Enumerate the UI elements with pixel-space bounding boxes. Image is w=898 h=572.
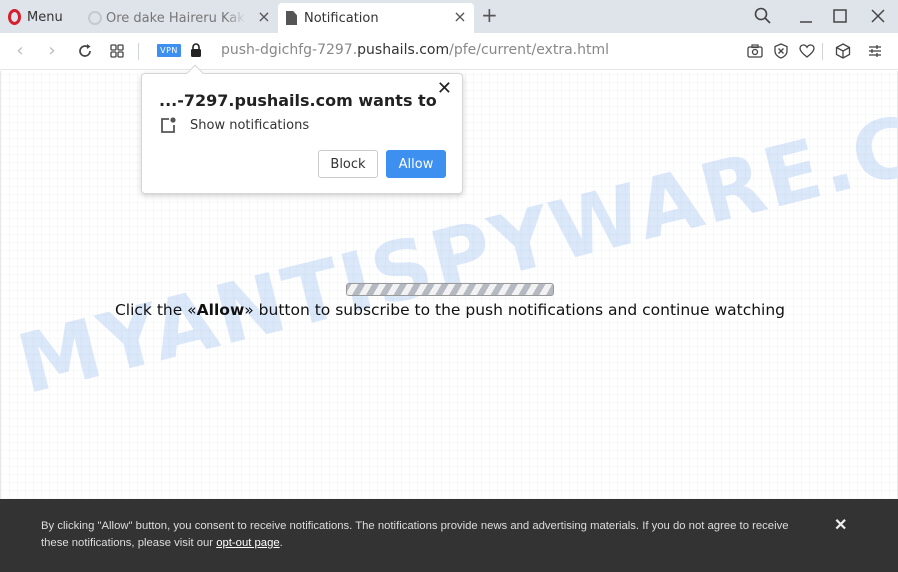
extensions-cube-icon[interactable] xyxy=(834,42,852,60)
consent-banner: By clicking "Allow" button, you consent … xyxy=(0,499,898,572)
message-text: » button to subscribe to the push notifi… xyxy=(244,301,786,319)
url-path: /pfe/current/extra.html xyxy=(449,42,610,58)
tab-close-icon[interactable]: × xyxy=(256,9,272,25)
browser-window: Menu Ore dake Haireru Kakushi Dungeon × … xyxy=(0,0,898,572)
permission-row: Show notifications xyxy=(160,117,309,133)
notification-icon xyxy=(161,117,176,133)
vpn-badge[interactable]: VPN xyxy=(157,44,181,57)
permission-label: Show notifications xyxy=(190,117,310,133)
tab-close-icon[interactable]: × xyxy=(452,9,468,25)
loading-spinner-icon xyxy=(88,11,102,25)
close-window-icon[interactable] xyxy=(868,6,888,26)
forward-arrow-icon[interactable]: › xyxy=(42,42,62,62)
url-host: pushails.com xyxy=(357,42,450,58)
new-tab-button[interactable]: + xyxy=(481,5,498,25)
message-text: Click the « xyxy=(114,301,197,319)
ad-blocker-shield-icon[interactable] xyxy=(772,42,790,60)
notification-permission-popup: ...-7297.pushails.com wants to ✕ Show no… xyxy=(141,64,463,194)
subscribe-instruction: Click the «Allow» button to subscribe to… xyxy=(1,301,897,319)
consent-suffix: . xyxy=(279,537,283,549)
reload-icon[interactable] xyxy=(75,41,95,61)
maximize-icon[interactable] xyxy=(830,6,850,26)
camera-snapshot-icon[interactable] xyxy=(746,42,764,60)
easy-setup-sliders-icon[interactable] xyxy=(866,42,884,60)
divider xyxy=(138,43,139,60)
divider xyxy=(822,43,823,60)
url-field[interactable]: push-dgichfg-7297.pushails.com/pfe/curre… xyxy=(221,42,609,58)
opera-menu-button[interactable]: Menu xyxy=(8,4,63,30)
tab-title: Notification xyxy=(304,10,379,26)
consent-message: By clicking "Allow" button, you consent … xyxy=(41,520,789,549)
message-allow-word: Allow xyxy=(196,301,245,319)
tab-ore-dake[interactable]: Ore dake Haireru Kakushi Dungeon × xyxy=(80,3,278,33)
url-prefix: push-dgichfg-7297. xyxy=(221,42,358,58)
popup-close-icon[interactable]: ✕ xyxy=(437,80,452,98)
block-button[interactable]: Block xyxy=(318,150,378,178)
consent-text: By clicking "Allow" button, you consent … xyxy=(41,518,811,552)
back-arrow-icon[interactable]: ‹ xyxy=(10,42,30,62)
minimize-icon[interactable] xyxy=(796,6,816,26)
opera-logo-icon xyxy=(8,9,21,25)
opt-out-link[interactable]: opt-out page xyxy=(216,537,279,549)
address-bar: ‹ › VPN push-dgichfg-7297.pushails.com/p… xyxy=(0,33,898,70)
popup-title: ...-7297.pushails.com wants to xyxy=(159,91,437,110)
tab-title: Ore dake Haireru Kakushi Dungeon xyxy=(106,10,246,26)
document-icon xyxy=(286,11,297,25)
allow-button[interactable]: Allow xyxy=(386,150,446,178)
speed-dial-icon[interactable] xyxy=(107,41,127,61)
tab-notification[interactable]: Notification × xyxy=(278,3,474,33)
search-tabs-icon[interactable] xyxy=(753,6,773,26)
menu-label: Menu xyxy=(27,9,63,25)
lock-icon[interactable] xyxy=(190,43,202,57)
heart-bookmark-icon[interactable] xyxy=(798,42,816,60)
consent-close-icon[interactable]: ✕ xyxy=(834,515,847,535)
loading-progress-bar xyxy=(346,283,554,296)
tab-strip: Menu Ore dake Haireru Kakushi Dungeon × … xyxy=(0,0,898,33)
